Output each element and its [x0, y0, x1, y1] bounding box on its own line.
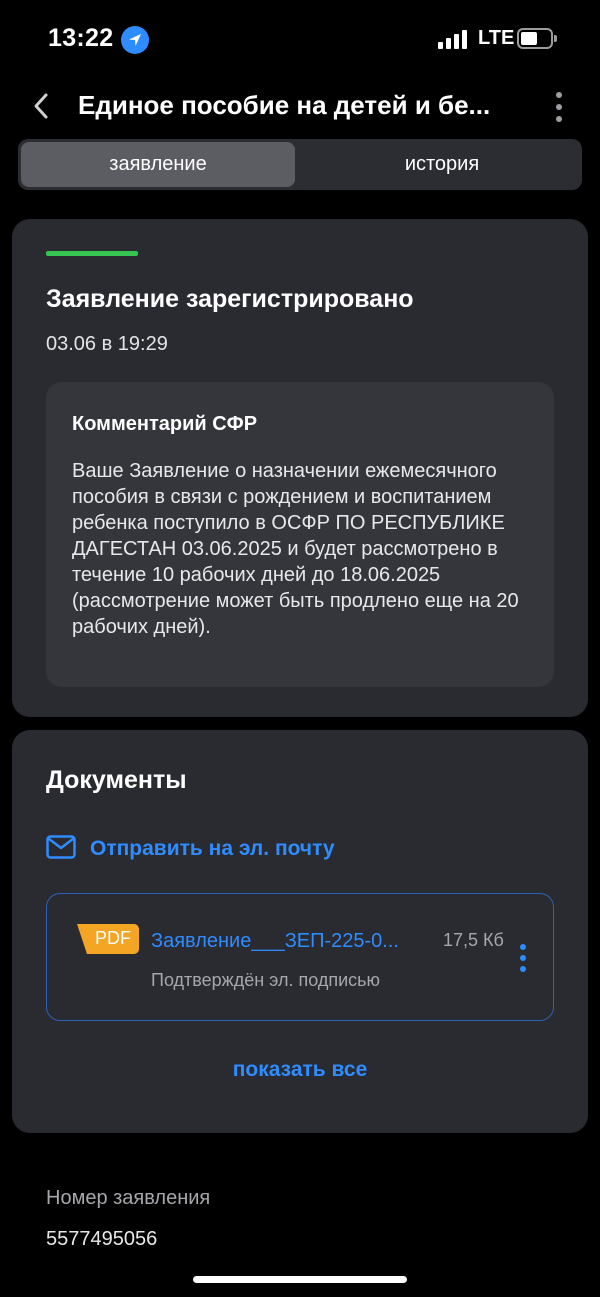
document-menu-icon[interactable] [517, 944, 531, 974]
status-date: 03.06 в 19:29 [46, 333, 168, 355]
comment-title: Комментарий СФР [72, 413, 258, 435]
pdf-file-icon: PDF [77, 924, 139, 954]
documents-card: Документы Отправить на эл. почту PDF Зая… [12, 730, 588, 1133]
cellular-signal-icon [438, 29, 470, 49]
vertical-ellipsis-icon[interactable] [550, 92, 570, 122]
nav-header: Единое пособие на детей и бе... [0, 80, 600, 132]
document-size: 17,5 Кб [443, 930, 504, 950]
document-name-link[interactable]: Заявление___ЗЕП-225-0... [151, 930, 421, 953]
chevron-left-icon[interactable] [28, 90, 56, 122]
application-number-label: Номер заявления [46, 1187, 211, 1209]
comment-box: Комментарий СФР Ваше Заявление о назначе… [46, 382, 554, 687]
tab-application[interactable]: заявление [21, 142, 295, 187]
battery-icon [517, 28, 557, 49]
comment-text: Ваше Заявление о назначении ежемесячного… [72, 460, 519, 638]
status-card: Заявление зарегистрировано 03.06 в 19:29… [12, 219, 588, 717]
tab-history[interactable]: история [305, 142, 579, 187]
document-item[interactable]: PDF Заявление___ЗЕП-225-0... 17,5 Кб Под… [46, 893, 554, 1021]
page-title: Единое пособие на детей и бе... [78, 90, 491, 120]
pdf-badge-label: PDF [95, 928, 131, 948]
envelope-icon [46, 835, 76, 859]
segmented-tabs: заявление история [18, 139, 582, 190]
send-email-label[interactable]: Отправить на эл. почту [90, 837, 335, 861]
documents-title: Документы [46, 766, 187, 794]
status-progress-bar [46, 251, 138, 256]
status-time: 13:22 [48, 24, 114, 52]
show-all-link[interactable]: показать все [12, 1058, 588, 1082]
location-arrow-icon [121, 26, 149, 54]
status-bar: 13:22 LTE [0, 0, 600, 80]
application-number-value: 5577495056 [46, 1228, 158, 1246]
home-indicator[interactable] [193, 1276, 407, 1283]
document-signature-status: Подтверждён эл. подписью [151, 970, 381, 990]
status-title: Заявление зарегистрировано [46, 285, 414, 313]
network-type: LTE [478, 27, 515, 49]
